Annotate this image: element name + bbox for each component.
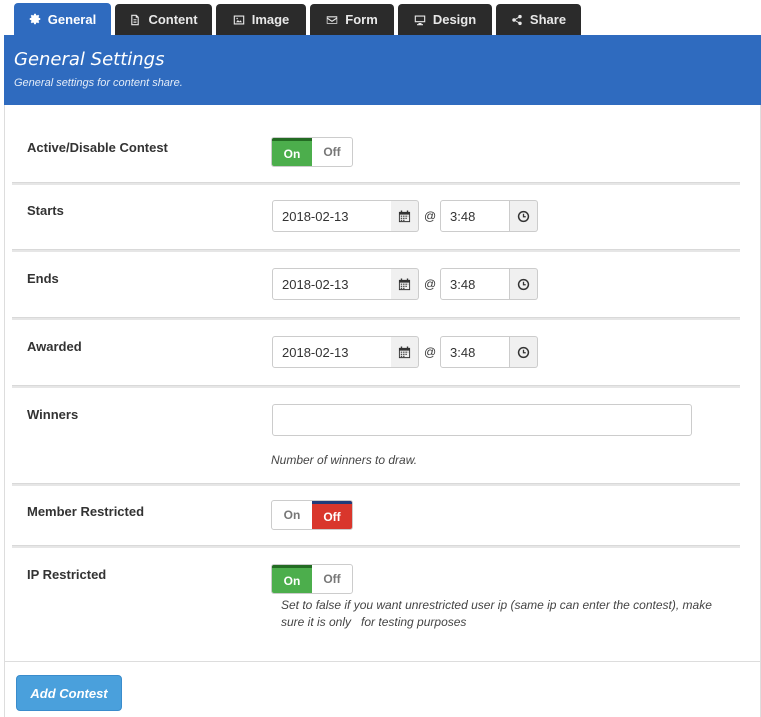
page-subtitle: General settings for content share. [14,77,183,89]
document-icon [131,14,140,25]
active-contest-toggle[interactable]: On Off [271,137,353,167]
awarded-label: Awarded [27,339,82,354]
winners-label: Winners [27,407,79,422]
ip-restricted-help-line-1: Set to false if you want unrestricted us… [281,598,712,612]
toggle-off[interactable]: Off [312,501,352,529]
clock-icon [517,346,530,358]
page-title: General Settings [14,49,165,70]
toggle-on[interactable]: On [272,565,312,593]
monitor-icon [414,15,426,25]
starts-clock-button[interactable] [510,200,538,232]
share-icon [512,14,522,25]
tab-form[interactable]: Form [310,4,394,35]
tab-general[interactable]: General [14,3,111,35]
clock-icon [517,278,530,290]
tab-label: Image [251,12,290,27]
divider [12,483,740,486]
tab-label: General [47,11,97,27]
starts-calendar-button[interactable] [391,200,419,232]
awarded-date-input[interactable]: 2018-02-13 [272,336,392,368]
at-symbol: @ [424,345,437,359]
ip-restricted-label: IP Restricted [27,567,107,582]
divider [12,545,740,548]
tab-label: Design [432,12,477,27]
calendar-icon [398,277,411,290]
starts-date-input[interactable]: 2018-02-13 [272,200,392,232]
ends-time-input[interactable]: 3:48 [440,268,510,300]
divider [12,249,740,252]
toggle-off[interactable]: Off [312,138,352,166]
awarded-time-input[interactable]: 3:48 [440,336,510,368]
at-symbol: @ [424,209,437,223]
gear-icon [29,13,41,25]
tab-image[interactable]: Image [216,4,306,35]
tab-content[interactable]: Content [115,4,212,35]
clock-icon [517,210,530,222]
ip-restricted-help-line-2: sure it is only for testing purposes [281,615,467,629]
toggle-on[interactable]: On [272,138,312,166]
member-restricted-label: Member Restricted [27,504,145,519]
settings-header: General Settings General settings for co… [4,35,761,105]
calendar-icon [398,209,411,222]
tab-label: Share [529,12,567,27]
starts-time-input[interactable]: 3:48 [440,200,510,232]
winners-help-text: Number of winners to draw. [271,453,418,467]
toggle-off[interactable]: Off [312,565,352,593]
ip-restricted-toggle[interactable]: On Off [271,564,353,594]
add-contest-button[interactable]: Add Contest [16,675,122,711]
tab-design[interactable]: Design [398,4,492,35]
ends-date-input[interactable]: 2018-02-13 [272,268,392,300]
tab-share[interactable]: Share [496,4,581,35]
awarded-calendar-button[interactable] [391,336,419,368]
divider [12,317,740,320]
tab-bar: General Content Image Form Design Share [0,0,761,35]
tab-label: Form [345,12,378,27]
starts-label: Starts [27,203,64,218]
divider [12,182,740,185]
envelope-icon [327,15,338,24]
calendar-icon [398,345,411,358]
ends-calendar-button[interactable] [391,268,419,300]
divider [12,385,740,388]
awarded-clock-button[interactable] [510,336,538,368]
ends-clock-button[interactable] [510,268,538,300]
footer-divider [4,661,761,662]
member-restricted-toggle[interactable]: On Off [271,500,353,530]
ends-label: Ends [27,271,59,286]
image-icon [233,15,244,24]
toggle-on[interactable]: On [272,501,312,529]
tab-label: Content [148,12,198,27]
winners-input[interactable] [272,404,692,436]
at-symbol: @ [424,277,437,291]
